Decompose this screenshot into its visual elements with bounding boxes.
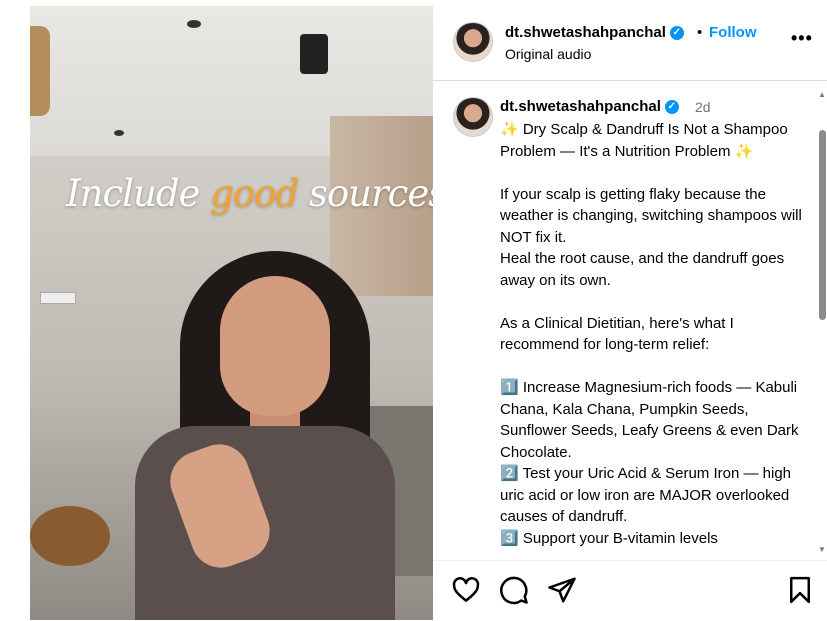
username-text[interactable]: dt.shwetashahpanchal	[505, 24, 666, 41]
caption-area: dt.shwetashahpanchal ✓ 2d ✨ Dry Scalp & D…	[433, 81, 827, 556]
ceiling-light	[114, 130, 124, 136]
verified-icon: ✓	[664, 100, 679, 115]
verified-icon: ✓	[669, 26, 684, 41]
header-username[interactable]: dt.shwetashahpanchal ✓	[505, 24, 684, 41]
person-face	[220, 276, 330, 416]
caption-username[interactable]: dt.shwetashahpanchal ✓	[500, 98, 679, 115]
scrollbar[interactable]: ▲ ▼	[818, 90, 826, 555]
caption-text: ✨ Dry Scalp & Dandruff Is Not a Shampoo …	[500, 121, 802, 547]
audio-link[interactable]: Original audio	[505, 46, 591, 62]
overlay-text-part: sources of	[308, 172, 433, 215]
scroll-up-icon[interactable]: ▲	[818, 90, 826, 99]
follow-button[interactable]: Follow	[709, 24, 757, 41]
reel-video[interactable]: Include good sources of	[30, 6, 433, 620]
separator-dot: •	[697, 24, 703, 41]
ceiling-light	[187, 20, 201, 28]
overlay-text-part: Include	[66, 172, 211, 215]
post-time[interactable]: 2d	[695, 99, 711, 115]
more-options-icon[interactable]: •••	[791, 28, 813, 49]
username-text[interactable]: dt.shwetashahpanchal	[500, 98, 661, 115]
overlay-highlight: good	[210, 172, 299, 215]
post-panel: dt.shwetashahpanchal ✓ • Follow Original …	[433, 0, 827, 620]
action-bar	[433, 560, 827, 621]
speaker	[300, 34, 328, 74]
avatar[interactable]	[453, 22, 493, 62]
scroll-thumb[interactable]	[819, 130, 826, 320]
wall-switch	[40, 292, 76, 304]
heart-icon[interactable]	[451, 575, 481, 605]
scroll-down-icon[interactable]: ▼	[818, 545, 826, 554]
bookmark-icon[interactable]	[785, 575, 815, 605]
post-header: dt.shwetashahpanchal ✓ • Follow Original …	[433, 0, 827, 81]
video-overlay-text: Include good sources of	[66, 172, 433, 215]
avatar[interactable]	[453, 97, 493, 137]
side-table	[30, 506, 110, 566]
lamp	[30, 26, 50, 116]
share-icon[interactable]	[547, 575, 577, 605]
comment-icon[interactable]	[499, 575, 529, 605]
